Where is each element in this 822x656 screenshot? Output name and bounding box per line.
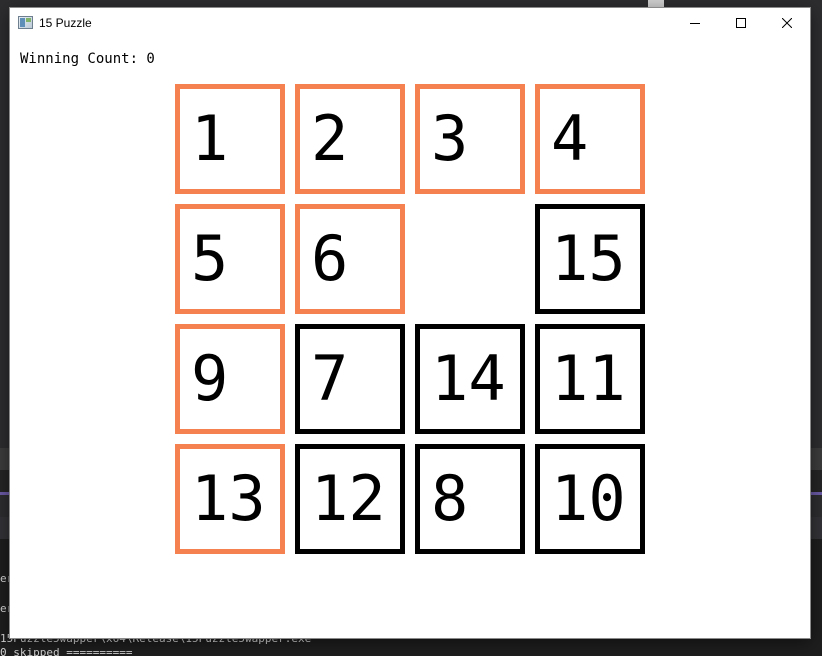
tile-number: 1: [191, 102, 229, 175]
tile-number: 13: [191, 462, 266, 535]
winning-count-label: Winning Count: 0: [20, 51, 155, 67]
title-bar[interactable]: 15 Puzzle: [10, 8, 810, 38]
maximize-icon: [736, 18, 746, 28]
puzzle-tile-4[interactable]: 4: [535, 84, 645, 194]
tile-number: 7: [311, 342, 349, 415]
puzzle-tile-9[interactable]: 9: [175, 324, 285, 434]
puzzle-tile-13[interactable]: 13: [175, 444, 285, 554]
tile-number: 2: [311, 102, 349, 175]
tile-number: 4: [551, 102, 589, 175]
tile-number: 3: [431, 102, 469, 175]
puzzle-tile-8[interactable]: 8: [415, 444, 525, 554]
client-area: Winning Count: 0 1 2 3 4 5 6 15 9 7 14 11 13 12 8 10: [10, 38, 810, 638]
puzzle-tile-6[interactable]: 6: [295, 204, 405, 314]
puzzle-tile-7[interactable]: 7: [295, 324, 405, 434]
puzzle-tile-15[interactable]: 15: [535, 204, 645, 314]
minimize-button[interactable]: [672, 8, 718, 38]
tile-number: 9: [191, 342, 229, 415]
close-icon: [782, 18, 792, 28]
puzzle-tile-3[interactable]: 3: [415, 84, 525, 194]
tile-number: 8: [431, 462, 469, 535]
puzzle-tile-1[interactable]: 1: [175, 84, 285, 194]
app-window-icon: [18, 16, 33, 29]
puzzle-tile-12[interactable]: 12: [295, 444, 405, 554]
tile-number: 11: [551, 342, 626, 415]
puzzle-tile-10[interactable]: 10: [535, 444, 645, 554]
tile-number: 14: [431, 342, 506, 415]
minimize-icon: [690, 23, 700, 24]
tile-number: 5: [191, 222, 229, 295]
screen: er er 15Puzzle5wapper\x64\Release\15Puzz…: [0, 0, 822, 656]
puzzle-tile-2[interactable]: 2: [295, 84, 405, 194]
puzzle-tile-11[interactable]: 11: [535, 324, 645, 434]
close-button[interactable]: [764, 8, 810, 38]
puzzle-board: 1 2 3 4 5 6 15 9 7 14 11 13 12 8 10: [175, 84, 645, 554]
puzzle-tile-14[interactable]: 14: [415, 324, 525, 434]
tile-number: 6: [311, 222, 349, 295]
tile-number: 15: [551, 222, 626, 295]
window-title: 15 Puzzle: [39, 16, 92, 30]
maximize-button[interactable]: [718, 8, 764, 38]
tile-number: 10: [551, 462, 626, 535]
puzzle-window: 15 Puzzle Winning Count: 0 1 2 3 4 5 6 15: [10, 8, 810, 638]
console-line: 0 skipped ==========: [0, 646, 133, 656]
tile-number: 12: [311, 462, 386, 535]
puzzle-empty-slot: [415, 204, 525, 314]
puzzle-tile-5[interactable]: 5: [175, 204, 285, 314]
